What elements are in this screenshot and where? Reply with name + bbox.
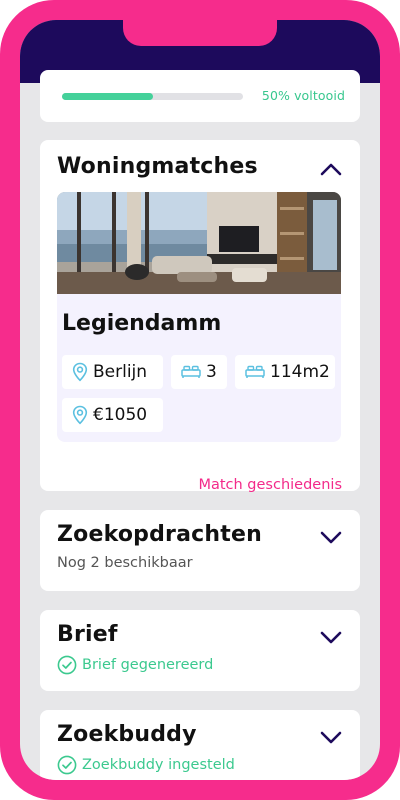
bedrooms-label: 3 (206, 362, 217, 382)
search-title: Zoekopdrachten (57, 522, 262, 547)
check-circle-icon (57, 755, 77, 775)
phone-frame: 50% voltooid Woningmatches Legiendamm Be… (0, 0, 400, 800)
city-label: Berlijn (93, 362, 148, 382)
search-card[interactable]: Zoekopdrachten Nog 2 beschikbaar (40, 510, 360, 591)
progress-label: 50% voltooid (261, 88, 345, 103)
bed-icon (245, 365, 265, 378)
location-pin-icon (72, 362, 88, 382)
match-history-link[interactable]: Match geschiedenis (198, 477, 342, 493)
price-chip: €1050 (62, 398, 163, 432)
letter-status-label: Brief gegenereerd (82, 657, 214, 673)
location-pin-icon (72, 405, 88, 425)
listing-photo (57, 192, 341, 294)
chevron-down-icon[interactable] (320, 731, 342, 745)
letter-title: Brief (57, 622, 118, 647)
matches-card: Woningmatches Legiendamm Berlijn 3 114m2… (40, 140, 360, 493)
buddy-status-label: Zoekbuddy ingesteld (82, 757, 235, 773)
area-label: 114m2 (270, 362, 330, 382)
chevron-down-icon[interactable] (320, 631, 342, 645)
bed-icon (181, 365, 201, 378)
chevron-down-icon[interactable] (320, 531, 342, 545)
matches-title: Woningmatches (57, 154, 258, 179)
buddy-status: Zoekbuddy ingesteld (57, 755, 235, 775)
letter-card[interactable]: Brief Brief gegenereerd (40, 610, 360, 691)
progress-bar (62, 93, 243, 100)
buddy-title: Zoekbuddy (57, 722, 197, 747)
progress-fill (62, 93, 153, 100)
listing-name: Legiendamm (62, 311, 222, 336)
bedrooms-chip: 3 (171, 355, 227, 389)
chevron-up-icon[interactable] (320, 162, 342, 176)
letter-status: Brief gegenereerd (57, 655, 213, 675)
listing-card[interactable]: Legiendamm Berlijn 3 114m2 €1050 (57, 192, 341, 442)
progress-card: 50% voltooid (40, 70, 360, 122)
search-subtitle: Nog 2 beschikbaar (57, 555, 193, 571)
price-label: €1050 (93, 405, 148, 425)
area-chip: 114m2 (235, 355, 335, 389)
city-chip: Berlijn (62, 355, 163, 389)
buddy-card[interactable]: Zoekbuddy Zoekbuddy ingesteld (40, 710, 360, 780)
notch (123, 20, 277, 46)
screen: 50% voltooid Woningmatches Legiendamm Be… (20, 20, 380, 780)
check-circle-icon (57, 655, 77, 675)
